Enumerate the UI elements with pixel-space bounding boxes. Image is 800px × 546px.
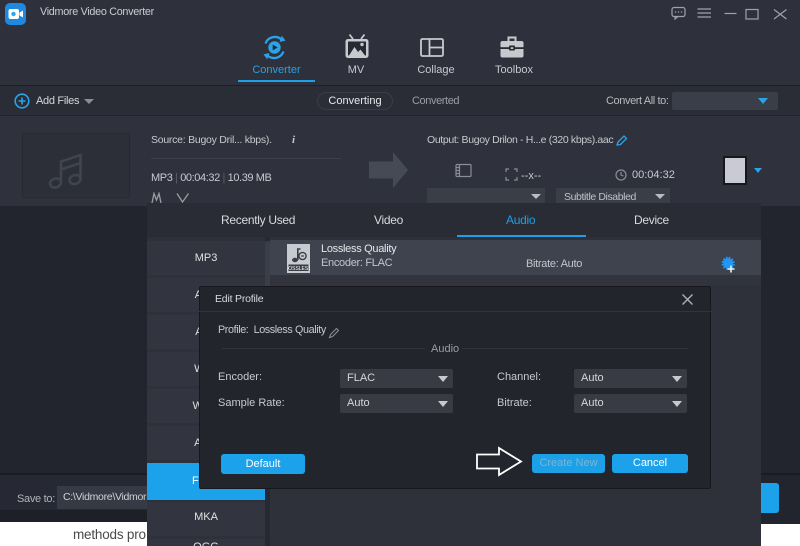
svg-text:LOSSLESS: LOSSLESS	[287, 266, 310, 272]
